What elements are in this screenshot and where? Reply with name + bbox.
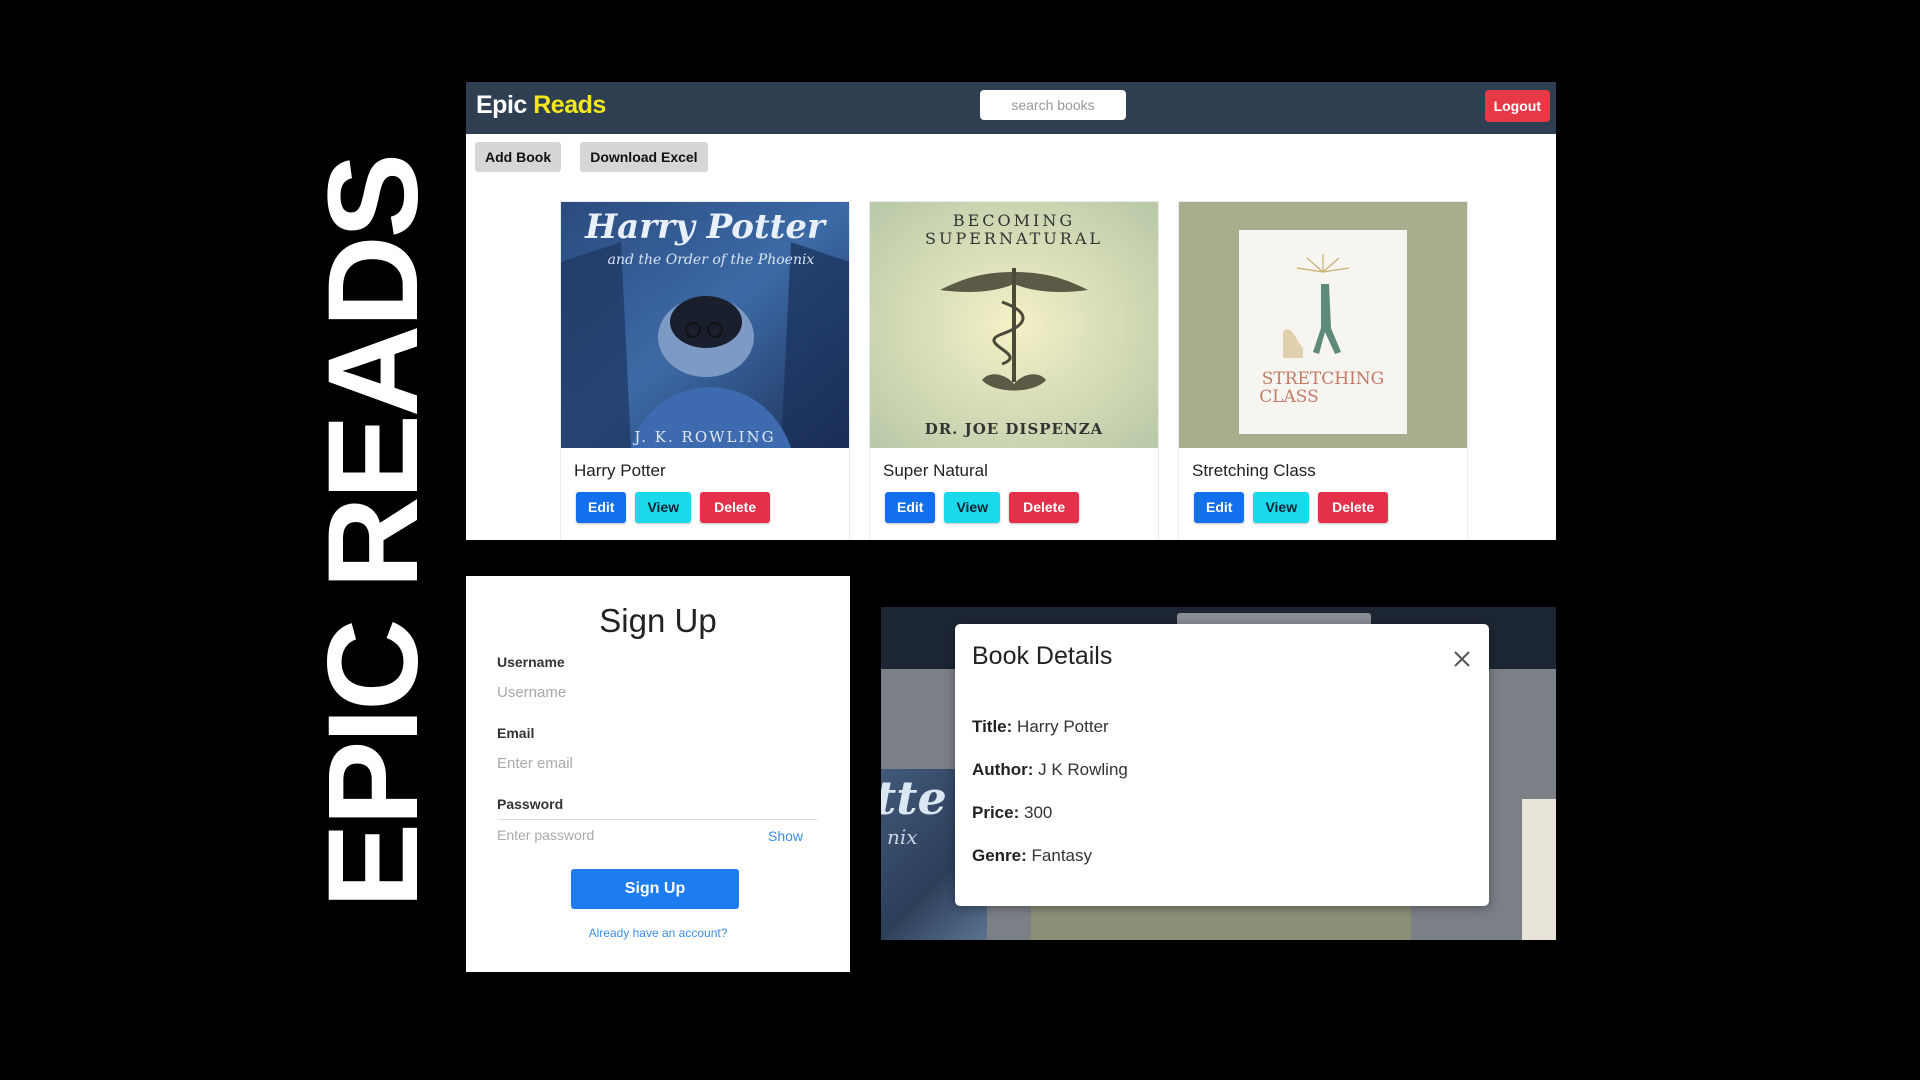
- search-input[interactable]: [980, 90, 1126, 120]
- close-icon[interactable]: [1451, 648, 1473, 670]
- add-book-button[interactable]: Add Book: [475, 142, 562, 172]
- delete-button[interactable]: Delete: [700, 492, 771, 523]
- book-card: STRETCHING CLASS Stretching Class Edit Vi…: [1179, 202, 1467, 540]
- cover-author-text: J. K. ROWLING: [632, 428, 775, 446]
- download-excel-button[interactable]: Download Excel: [580, 142, 708, 172]
- detail-value: Fantasy: [1031, 846, 1093, 865]
- navbar: Epic Reads Logout: [466, 82, 1556, 134]
- login-link[interactable]: Already have an account?: [466, 926, 850, 940]
- cover-subtitle-text: and the Order of the Phoenix: [608, 252, 815, 268]
- brand-word-1: Epic: [476, 91, 527, 119]
- brand-logo[interactable]: Epic Reads: [476, 91, 606, 120]
- book-details-screenshot: tte nix Book Details Title: Harry Potter…: [881, 607, 1556, 940]
- username-field[interactable]: [497, 679, 817, 705]
- book-cover-image[interactable]: BECOMING SUPERNATURAL DR. JOE DISPENZA: [870, 202, 1158, 448]
- edit-button[interactable]: Edit: [885, 492, 936, 523]
- detail-label: Price:: [972, 803, 1020, 822]
- cover-title-text: BECOMING: [953, 211, 1075, 230]
- backdrop-book-cover: [1031, 905, 1411, 940]
- book-actions: Edit View Delete: [885, 492, 1088, 523]
- book-title: Super Natural: [883, 461, 988, 480]
- side-title-text: EPIC READS: [302, 155, 445, 909]
- detail-value: 300: [1023, 803, 1053, 822]
- backdrop-cover-text-2: nix: [887, 825, 918, 849]
- book-title: Stretching Class: [1192, 461, 1316, 480]
- side-title: EPIC READS: [302, 156, 445, 908]
- book-actions: Edit View Delete: [576, 492, 779, 523]
- cover-title-text: STRETCHING: [1262, 369, 1385, 389]
- cover-subtitle-text: SUPERNATURAL: [925, 229, 1103, 248]
- signup-form: Sign Up Username Email Password Show Sig…: [466, 576, 850, 972]
- brand-word-2: Reads: [533, 91, 606, 119]
- book-cover-image[interactable]: STRETCHING CLASS: [1179, 202, 1467, 448]
- password-field[interactable]: [497, 822, 757, 848]
- detail-label: Author:: [972, 760, 1034, 779]
- edit-button[interactable]: Edit: [576, 492, 627, 523]
- book-details-modal: Book Details Title: Harry Potter Author:…: [955, 624, 1489, 906]
- book-card: Harry Potter and the Order of the Phoeni…: [561, 202, 849, 540]
- username-label: Username: [497, 654, 565, 670]
- modal-title: Book Details: [972, 642, 1113, 670]
- backdrop-cover-text: tte: [881, 771, 947, 825]
- edit-button[interactable]: Edit: [1194, 492, 1245, 523]
- password-divider: [497, 819, 817, 820]
- logout-button[interactable]: Logout: [1484, 90, 1550, 122]
- backdrop-book-cover: [1522, 799, 1556, 940]
- view-button[interactable]: View: [635, 492, 692, 523]
- book-card: BECOMING SUPERNATURAL DR. JOE DISPENZA S…: [870, 202, 1158, 540]
- book-title: Harry Potter: [574, 461, 666, 480]
- detail-price-row: Price: 300: [972, 803, 1052, 823]
- detail-author-row: Author: J K Rowling: [972, 760, 1128, 780]
- detail-title-row: Title: Harry Potter: [972, 717, 1109, 737]
- book-cover-image[interactable]: Harry Potter and the Order of the Phoeni…: [561, 202, 849, 448]
- delete-button[interactable]: Delete: [1009, 492, 1080, 523]
- cover-author-text: DR. JOE DISPENZA: [925, 420, 1104, 438]
- detail-label: Genre:: [972, 846, 1027, 865]
- book-actions: Edit View Delete: [1194, 492, 1397, 523]
- view-button[interactable]: View: [1253, 492, 1310, 523]
- delete-button[interactable]: Delete: [1318, 492, 1389, 523]
- books-dashboard-screenshot: Epic Reads Logout Add Book Download Exce…: [466, 82, 1556, 540]
- view-button[interactable]: View: [944, 492, 1001, 523]
- detail-value: J K Rowling: [1038, 760, 1128, 779]
- detail-value: Harry Potter: [1017, 717, 1109, 736]
- toolbar: Add Book Download Excel: [475, 142, 722, 172]
- cover-subtitle-text: CLASS: [1259, 387, 1319, 407]
- detail-genre-row: Genre: Fantasy: [972, 846, 1092, 866]
- detail-label: Title:: [972, 717, 1013, 736]
- cover-title-text: Harry Potter: [584, 207, 827, 247]
- email-field[interactable]: [497, 750, 817, 776]
- email-label: Email: [497, 725, 535, 741]
- signup-title: Sign Up: [599, 602, 717, 639]
- signup-button[interactable]: Sign Up: [571, 869, 739, 909]
- password-label: Password: [497, 796, 564, 812]
- show-password-toggle[interactable]: Show: [768, 828, 803, 844]
